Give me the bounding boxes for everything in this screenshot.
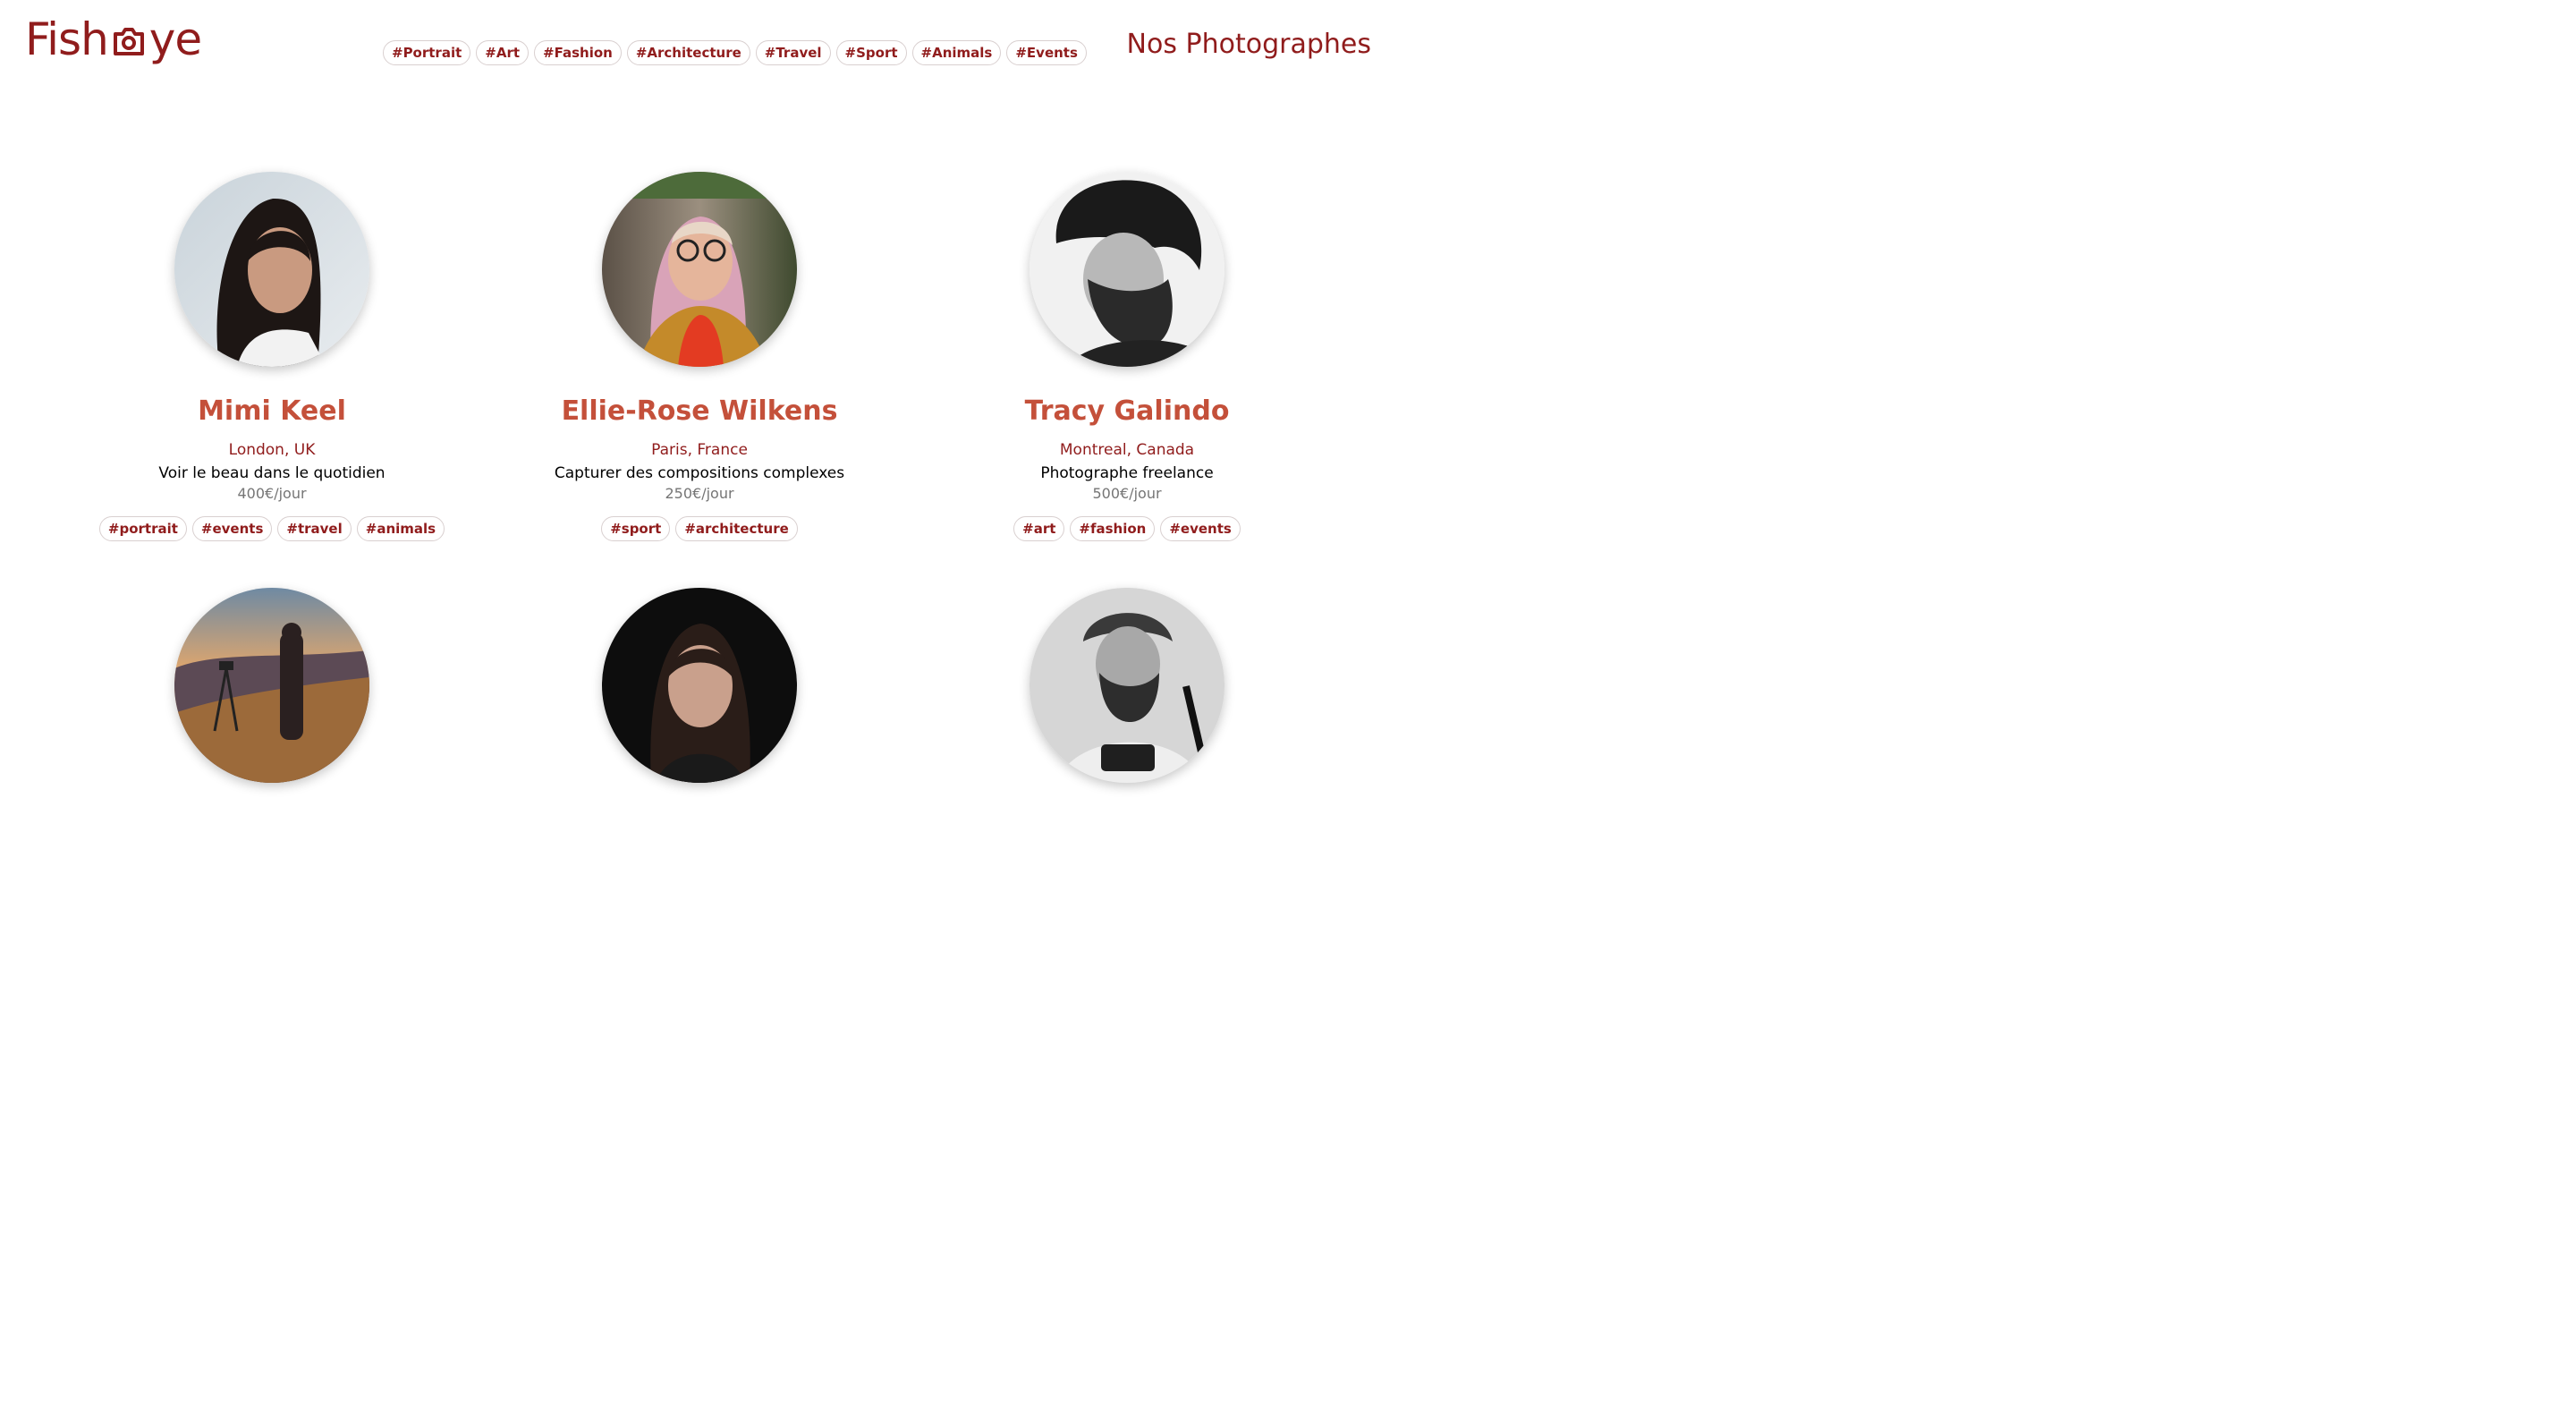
photographer-card: Mimi Keel London, UK Voir le beau dans l…	[84, 172, 460, 541]
photographer-location: Paris, France	[651, 441, 748, 459]
photographer-tagline: Capturer des compositions complexes	[554, 464, 845, 482]
site-header: Fish ye #Portrait #Art #Fashion #Archite…	[0, 0, 1398, 98]
nav-tag-art[interactable]: #Art	[476, 40, 530, 65]
nav-tag-animals[interactable]: #Animals	[911, 40, 1002, 65]
photographer-card: Ellie-Rose Wilkens Paris, France Capture…	[512, 172, 887, 541]
photographer-tagline: Photographe freelance	[1040, 464, 1214, 482]
logo-text-start: Fish	[25, 13, 109, 65]
photographer-name[interactable]: Mimi Keel	[84, 394, 460, 429]
photographer-tags: #portrait #events #travel #animals	[84, 516, 460, 541]
portrait-photo[interactable]	[174, 172, 369, 367]
nav-tag-architecture[interactable]: #Architecture	[626, 40, 750, 65]
logo-text-end: ye	[148, 13, 202, 65]
portrait-image	[1030, 588, 1224, 783]
photographer-name[interactable]: Tracy Galindo	[939, 394, 1315, 429]
card-tag[interactable]: #animals	[356, 516, 445, 541]
portrait-photo[interactable]	[602, 172, 797, 367]
photographer-name[interactable]: Ellie-Rose Wilkens	[512, 394, 887, 429]
card-tag[interactable]: #events	[1160, 516, 1241, 541]
nav-tag-fashion[interactable]: #Fashion	[534, 40, 622, 65]
photographer-price: 400€/jour	[237, 485, 307, 502]
photographer-tagline: Voir le beau dans le quotidien	[158, 464, 386, 482]
photographer-location: Montreal, Canada	[1059, 441, 1195, 459]
fisheye-logo[interactable]: Fish ye	[25, 13, 202, 66]
portrait-image	[174, 172, 369, 367]
photographer-card	[84, 588, 460, 783]
portrait-photo[interactable]	[602, 588, 797, 783]
nav-tag-travel[interactable]: #Travel	[755, 40, 831, 65]
card-tag[interactable]: #architecture	[675, 516, 798, 541]
photographer-tags: #art #fashion #events	[939, 516, 1315, 541]
card-tag[interactable]: #events	[191, 516, 273, 541]
photographer-card	[512, 588, 887, 783]
photographer-tags: #sport #architecture	[512, 516, 887, 541]
camera-icon	[113, 28, 144, 55]
card-tag[interactable]: #portrait	[98, 516, 187, 541]
tag-filter-nav: #Portrait #Art #Fashion #Architecture #T…	[383, 40, 1087, 65]
page-title: Nos Photographes	[1126, 29, 1371, 60]
portrait-photo[interactable]	[1030, 172, 1224, 367]
photographer-card	[939, 588, 1315, 783]
card-tag[interactable]: #travel	[277, 516, 352, 541]
photographer-location: London, UK	[228, 441, 316, 459]
nav-tag-portrait[interactable]: #Portrait	[383, 40, 471, 65]
portrait-image	[602, 172, 797, 367]
portrait-image	[1030, 172, 1224, 367]
nav-tag-events[interactable]: #Events	[1006, 40, 1087, 65]
card-tag[interactable]: #art	[1013, 516, 1065, 541]
card-tag[interactable]: #fashion	[1070, 516, 1156, 541]
nav-tag-sport[interactable]: #Sport	[835, 40, 907, 65]
photographer-price: 250€/jour	[665, 485, 734, 502]
portrait-image	[174, 588, 369, 783]
portrait-photo[interactable]	[1030, 588, 1224, 783]
card-tag[interactable]: #sport	[601, 516, 671, 541]
photographer-card: Tracy Galindo Montreal, Canada Photograp…	[939, 172, 1315, 541]
photographer-price: 500€/jour	[1092, 485, 1162, 502]
portrait-photo[interactable]	[174, 588, 369, 783]
portrait-image	[602, 588, 797, 783]
